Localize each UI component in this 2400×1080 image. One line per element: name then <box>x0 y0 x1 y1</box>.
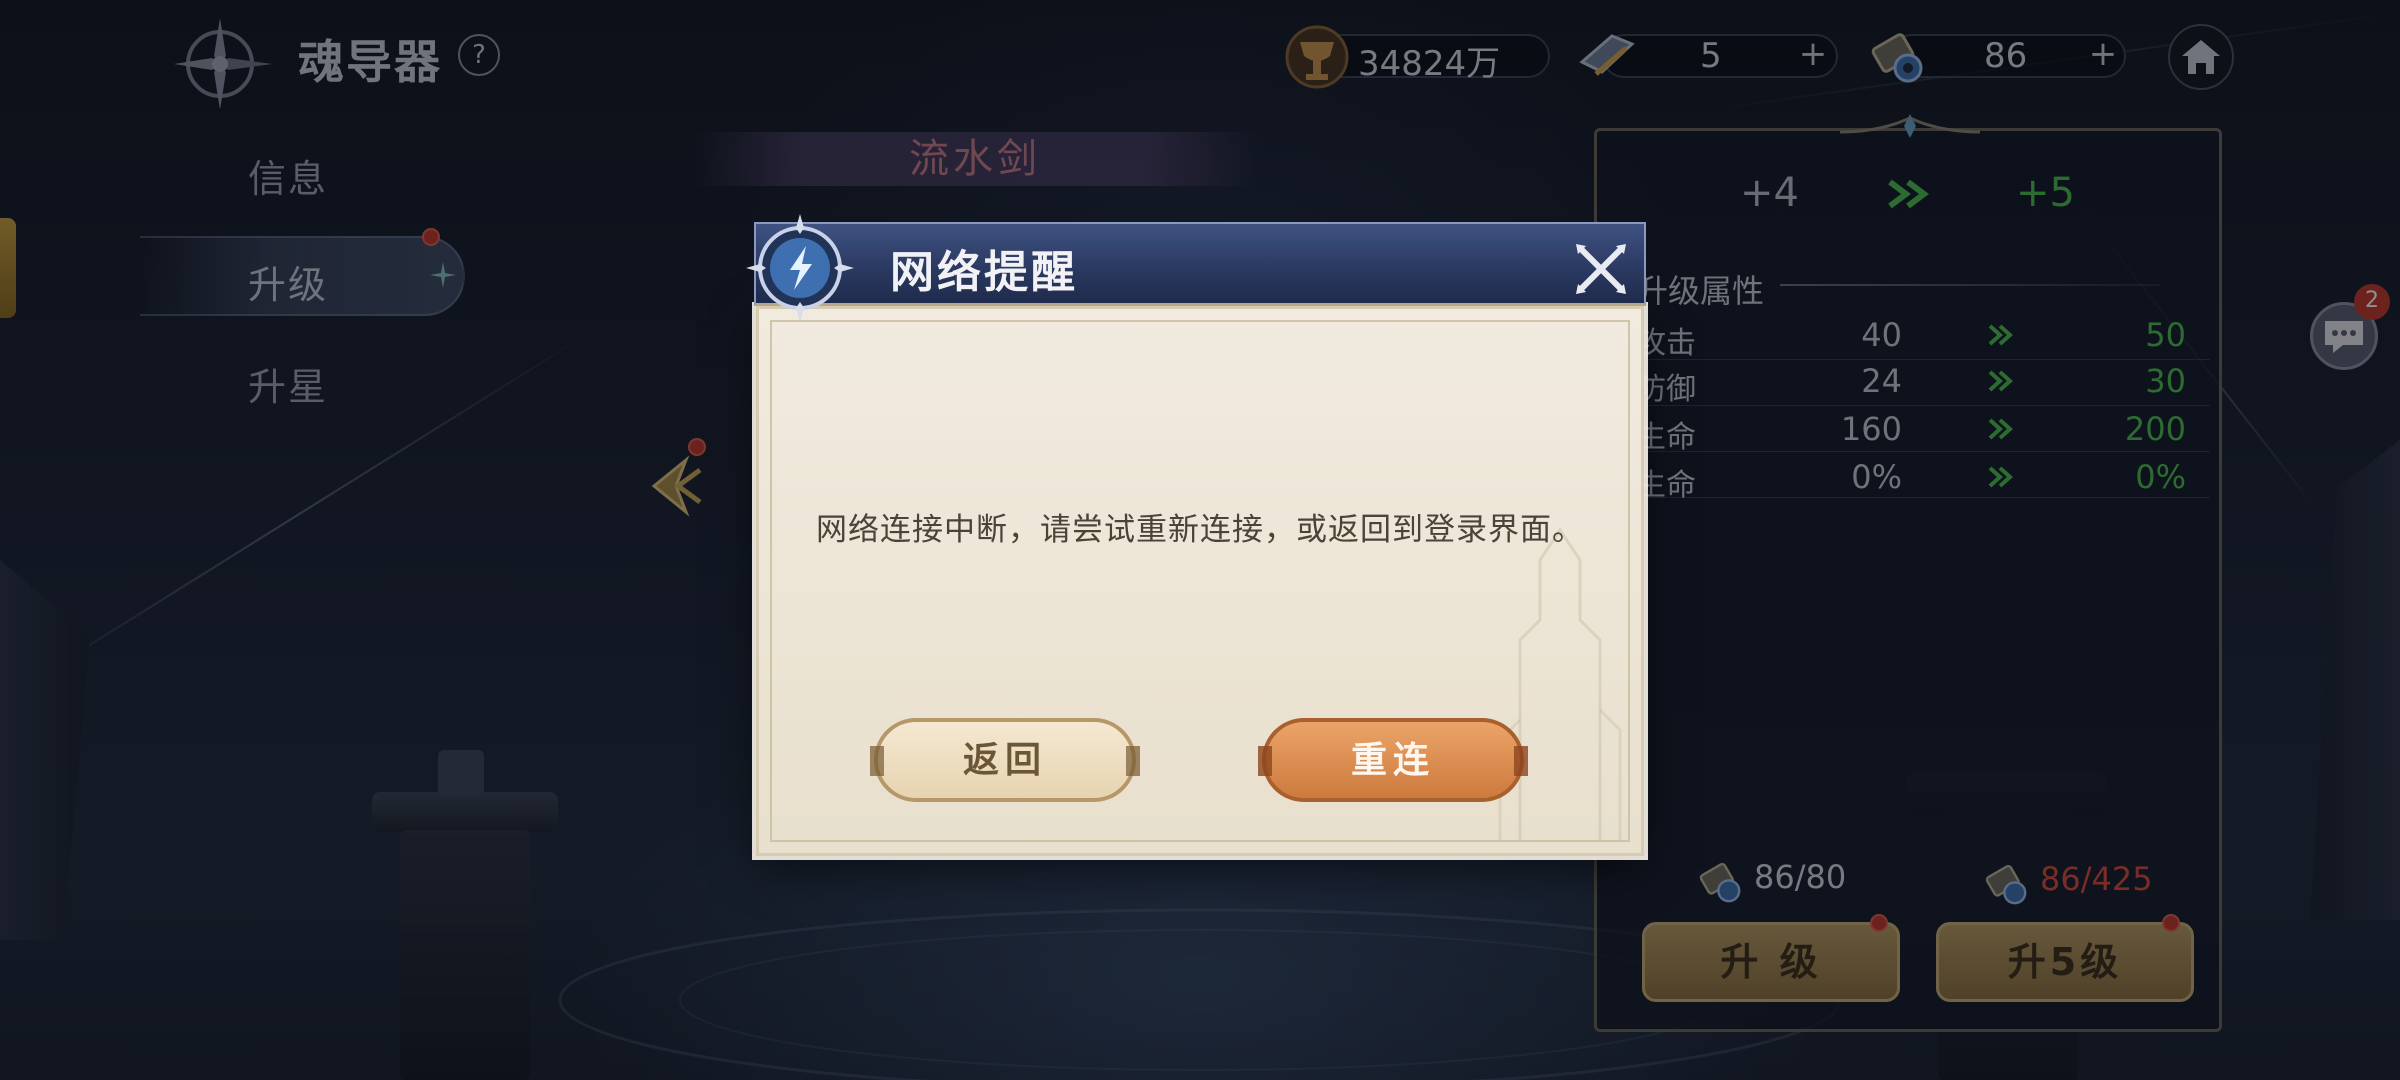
back-button[interactable]: 返回 <box>870 718 1140 802</box>
button-cap-right <box>1514 746 1528 776</box>
button-cap-left <box>1258 746 1272 776</box>
dialog-message: 网络连接中断，请尝试重新连接，或返回到登录界面。 <box>816 512 1584 548</box>
reconnect-button[interactable]: 重连 <box>1258 718 1528 802</box>
back-button-label: 返回 <box>962 740 1047 781</box>
close-icon[interactable] <box>1572 240 1630 298</box>
dialog-header <box>754 222 1646 306</box>
lightning-compass-icon <box>746 214 854 322</box>
button-cap-left <box>870 746 884 776</box>
dialog-title: 网络提醒 <box>890 247 1078 298</box>
button-cap-right <box>1126 746 1140 776</box>
reconnect-button-label: 重连 <box>1350 740 1435 781</box>
